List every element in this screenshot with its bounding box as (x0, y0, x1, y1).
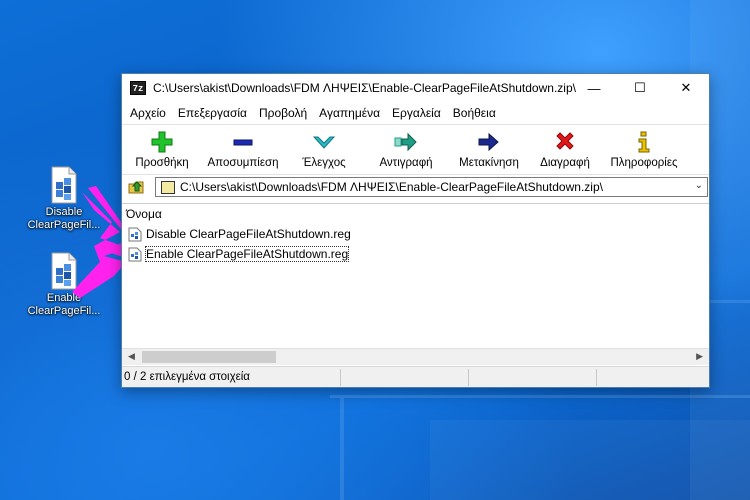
file-name: Enable ClearPageFileAtShutdown.reg (144, 246, 350, 262)
menu-bar: Αρχείο Επεξεργασία Προβολή Αγαπημένα Εργ… (122, 102, 709, 124)
arrow-shape (72, 192, 128, 298)
info-label: Πληροφορίες (610, 157, 678, 169)
copy-button[interactable]: Αντιγραφή (364, 129, 448, 169)
toolbar: Προσθήκη Αποσυμπίεση Έλεγχος Αντιγραφή Μ… (122, 124, 709, 174)
move-icon (477, 129, 501, 155)
status-bar: 0 / 2 επιλεγμένα στοιχεία (122, 366, 709, 387)
path-combobox[interactable]: C:\Users\akist\Downloads\FDM ΛΗΨΕΙΣ\Enab… (155, 177, 708, 197)
close-icon: ✕ (680, 80, 692, 95)
column-header-name[interactable]: Όνομα (122, 204, 709, 224)
path-text: C:\Users\akist\Downloads\FDM ΛΗΨΕΙΣ\Enab… (180, 180, 603, 194)
registry-file-icon (128, 227, 142, 242)
scroll-right-icon[interactable]: ▶ (696, 351, 703, 362)
menu-tools[interactable]: Εργαλεία (386, 106, 447, 120)
window-title: C:\Users\akist\Downloads\FDM ΛΗΨΕΙΣ\Enab… (153, 81, 576, 95)
list-item[interactable]: Disable ClearPageFileAtShutdown.reg (122, 224, 709, 244)
extract-button[interactable]: Αποσυμπίεση (202, 129, 284, 169)
maximize-icon: ☐ (634, 80, 646, 95)
title-bar[interactable]: 7z C:\Users\akist\Downloads\FDM ΛΗΨΕΙΣ\E… (122, 74, 709, 102)
menu-help[interactable]: Βοήθεια (447, 106, 502, 120)
test-icon (312, 129, 336, 155)
file-list: Όνομα Disable ClearPageFileAtShutdown.re… (122, 203, 709, 350)
file-name: Disable ClearPageFileAtShutdown.reg (146, 227, 351, 241)
list-item[interactable]: Enable ClearPageFileAtShutdown.reg (122, 244, 709, 264)
status-cell (468, 368, 596, 386)
extract-icon (232, 129, 254, 155)
menu-favorites[interactable]: Αγαπημένα (313, 106, 386, 120)
copy-label: Αντιγραφή (379, 157, 433, 169)
folder-up-icon (128, 180, 144, 193)
registry-file-icon (128, 247, 142, 262)
folder-up-button[interactable] (126, 176, 148, 198)
chevron-down-icon[interactable]: ⌄ (695, 180, 703, 191)
menu-file[interactable]: Αρχείο (124, 106, 172, 120)
extract-label: Αποσυμπίεση (207, 157, 279, 169)
info-icon (636, 129, 652, 155)
add-button[interactable]: Προσθήκη (122, 129, 202, 169)
status-cell (596, 368, 696, 386)
add-label: Προσθήκη (135, 157, 189, 169)
minimize-icon: — (587, 80, 601, 96)
delete-icon (554, 129, 576, 155)
close-button[interactable]: ✕ (663, 74, 709, 102)
minimize-button[interactable]: — (571, 74, 617, 102)
delete-button[interactable]: Διαγραφή (530, 129, 600, 169)
selection-status: 0 / 2 επιλεγμένα στοιχεία (124, 371, 250, 383)
horizontal-scrollbar[interactable]: ◀ ▶ (122, 348, 709, 365)
delete-label: Διαγραφή (540, 157, 590, 169)
status-cell (340, 368, 468, 386)
info-button[interactable]: Πληροφορίες (600, 129, 688, 169)
scroll-thumb[interactable] (142, 351, 276, 363)
app-logo-icon: 7z (130, 81, 146, 95)
desktop: Disable ClearPageFil... Enable ClearPage… (0, 0, 750, 500)
test-label: Έλεγχος (302, 157, 346, 169)
maximize-button[interactable]: ☐ (617, 74, 663, 102)
window-controls: — ☐ ✕ (571, 74, 709, 102)
menu-view[interactable]: Προβολή (253, 106, 313, 120)
scroll-left-icon[interactable]: ◀ (128, 351, 135, 362)
add-icon (151, 129, 173, 155)
archive-icon (161, 180, 175, 194)
move-button[interactable]: Μετακίνηση (448, 129, 530, 169)
archive-window: 7z C:\Users\akist\Downloads\FDM ΛΗΨΕΙΣ\E… (121, 73, 710, 388)
copy-icon (394, 129, 418, 155)
test-button[interactable]: Έλεγχος (284, 129, 364, 169)
menu-edit[interactable]: Επεξεργασία (172, 106, 253, 120)
move-label: Μετακίνηση (459, 157, 519, 169)
address-bar: C:\Users\akist\Downloads\FDM ΛΗΨΕΙΣ\Enab… (122, 174, 709, 198)
